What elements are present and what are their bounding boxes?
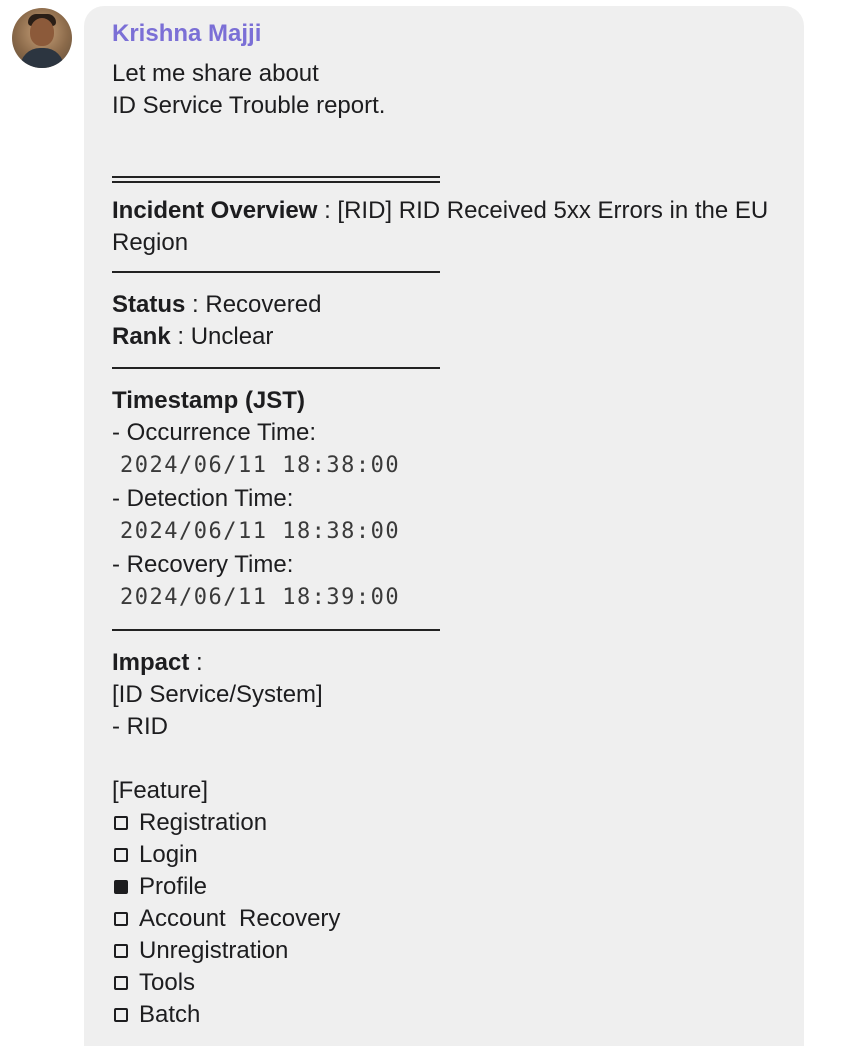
feature-label: Unregistration [139, 937, 289, 964]
feature-item: Registration [112, 807, 792, 839]
feature-item: Tools [112, 967, 792, 999]
sender-name[interactable]: Krishna Majji [112, 18, 792, 50]
feature-label: Tools [139, 969, 196, 996]
feature-label: Login [139, 841, 198, 868]
avatar-face [30, 18, 54, 46]
rank-label: Rank [112, 323, 171, 350]
feature-label: Batch [139, 1001, 201, 1028]
detection-label: - Detection Time: [112, 485, 294, 512]
avatar[interactable] [12, 8, 72, 68]
message-content: Krishna Majji Let me share about ID Serv… [112, 18, 792, 1031]
feature-item: Account Recovery [112, 903, 792, 935]
feature-heading: [Feature] [112, 777, 209, 804]
rank-row: Rank : Unclear [112, 321, 792, 353]
impact-row: Impact : [112, 647, 792, 679]
empty-checkbox-icon [114, 912, 128, 926]
empty-checkbox-icon [114, 944, 128, 958]
rank-value: : Unclear [170, 323, 274, 350]
intro-line-2: ID Service Trouble report. [112, 92, 386, 119]
overview-label: Incident Overview [112, 197, 318, 224]
feature-list: Registration Login Profile Account Recovery… [112, 807, 792, 1031]
status-value: : Recovered [185, 291, 322, 318]
feature-label: Registration [139, 809, 268, 836]
recovery-label: - Recovery Time: [112, 551, 294, 578]
feature-item: Batch [112, 999, 792, 1031]
detection-time: 2024/06/11 18:38:00 [120, 519, 401, 544]
impact-suffix: : [189, 649, 203, 676]
filled-checkbox-icon [114, 880, 128, 894]
empty-checkbox-icon [114, 1008, 128, 1022]
empty-checkbox-icon [114, 976, 128, 990]
feature-item: Profile [112, 871, 792, 903]
timestamp-heading: Timestamp (JST) [112, 387, 305, 414]
system-item: - RID [112, 713, 168, 740]
double-divider [112, 176, 440, 183]
incident-overview: Incident Overview : [RID] RID Received 5… [112, 195, 792, 259]
system-heading: [ID Service/System] [112, 681, 323, 708]
feature-item: Unregistration [112, 935, 792, 967]
empty-checkbox-icon [114, 848, 128, 862]
empty-checkbox-icon [114, 816, 128, 830]
feature-label: Account Recovery [139, 905, 341, 932]
occurrence-label: - Occurrence Time: [112, 419, 317, 446]
status-row: Status : Recovered [112, 289, 792, 321]
recovery-time: 2024/06/11 18:39:00 [120, 585, 401, 610]
occurrence-time: 2024/06/11 18:38:00 [120, 453, 401, 478]
avatar-shirt [20, 48, 64, 68]
impact-label: Impact [112, 649, 190, 676]
intro-line-1: Let me share about [112, 60, 319, 87]
feature-label: Profile [139, 873, 208, 900]
feature-item: Login [112, 839, 792, 871]
status-label: Status [112, 291, 186, 318]
